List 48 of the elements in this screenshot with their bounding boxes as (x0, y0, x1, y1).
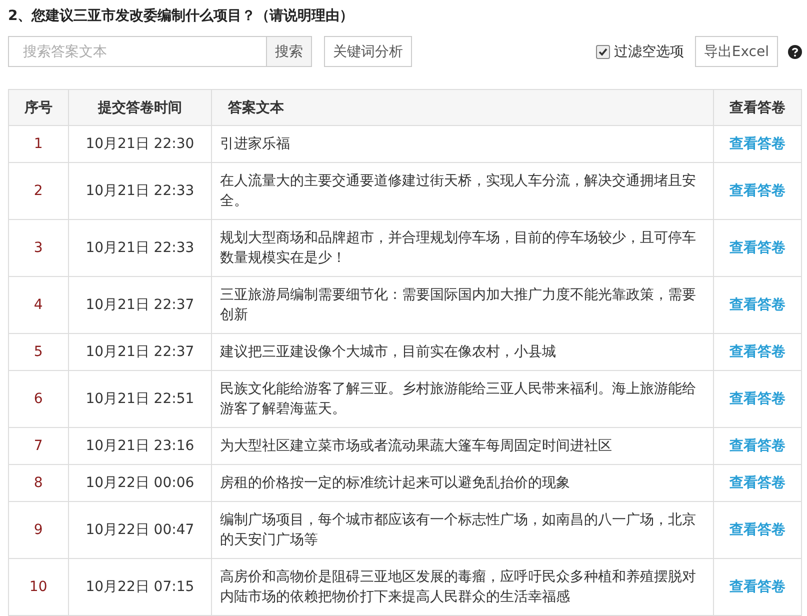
row-number-cell: 3 (8, 220, 68, 276)
view-answer-link[interactable]: 查看答卷 (730, 391, 786, 407)
answer-cell: 高房价和高物价是阻碍三亚地区发展的毒瘤，应呼吁民众多种植和养殖摆脱对内陆市场的依赖把物价打下来提高人民群众的生活幸福感 (212, 558, 714, 616)
view-answer-link[interactable]: 查看答卷 (730, 522, 786, 538)
column-header: 序号 (8, 90, 68, 126)
time-cell: 10月21日 23:16 (68, 428, 212, 464)
filter-label: 过滤空选项 (614, 42, 684, 60)
time-cell: 10月21日 22:51 (68, 370, 212, 428)
answer-cell: 民族文化能给游客了解三亚。乡村旅游能给三亚人民带来福利。海上旅游能给游客了解碧海蓝天。 (212, 370, 714, 428)
answer-cell: 引进家乐福 (212, 126, 714, 162)
time-cell: 10月22日 00:47 (68, 502, 212, 558)
answer-cell: 建议把三亚建设像个大城市，目前实在像农村，小县城 (212, 334, 714, 370)
answer-cell: 编制广场项目，每个城市都应该有一个标志性广场，如南昌的八一广场，北京的天安门广场等 (212, 502, 714, 558)
time-cell: 10月21日 22:30 (68, 126, 212, 162)
search-field[interactable]: 搜索答案文本 (8, 36, 266, 67)
search-button[interactable]: 搜索 (266, 36, 312, 67)
time-cell: 10月22日 00:06 (68, 464, 212, 502)
keyword-analysis-button[interactable]: 关键词分析 (324, 36, 412, 67)
row-number-cell: 2 (8, 162, 68, 220)
answer-cell: 三亚旅游局编制需要细节化：需要国际国内加大推广力度不能光靠政策，需要创新 (212, 276, 714, 334)
column-header: 提交答卷时间 (68, 90, 212, 126)
row-number-cell: 10 (8, 558, 68, 616)
time-cell: 10月21日 22:37 (68, 334, 212, 370)
view-answer-link[interactable]: 查看答卷 (730, 183, 786, 199)
row-number-cell: 9 (8, 502, 68, 558)
help-icon[interactable] (788, 44, 802, 58)
column-header: 答案文本 (212, 90, 714, 126)
time-cell: 10月22日 07:15 (68, 558, 212, 616)
answer-cell: 为大型社区建立菜市场或者流动果蔬大篷车每周固定时间进社区 (212, 428, 714, 464)
answer-cell: 房租的价格按一定的标准统计起来可以避免乱抬价的现象 (212, 464, 714, 502)
row-number-cell: 6 (8, 370, 68, 428)
view-answer-link[interactable]: 查看答卷 (730, 297, 786, 313)
row-number-cell: 4 (8, 276, 68, 334)
view-answer-link[interactable]: 查看答卷 (730, 240, 786, 256)
row-number-cell: 8 (8, 464, 68, 502)
row-number-cell: 7 (8, 428, 68, 464)
export-button[interactable]: 导出Excel (694, 36, 778, 67)
row-number-cell: 5 (8, 334, 68, 370)
time-cell: 10月21日 22:37 (68, 276, 212, 334)
answer-cell: 在人流量大的主要交通要道修建过街天桥，实现人车分流，解决交通拥堵且安全。 (212, 162, 714, 220)
view-answer-link[interactable]: 查看答卷 (730, 579, 786, 595)
question-title: 2、您建议三亚市发改委编制什么项目？（请说明理由） (8, 6, 355, 26)
row-number-cell: 1 (8, 126, 68, 162)
filter-checkbox[interactable] (596, 44, 610, 58)
answer-cell: 规划大型商场和品牌超市，并合理规划停车场，目前的停车场较少，且可停车数量规模实在是少！ (212, 220, 714, 276)
time-cell: 10月21日 22:33 (68, 220, 212, 276)
column-header: 查看答卷 (714, 90, 802, 126)
time-cell: 10月21日 22:33 (68, 162, 212, 220)
